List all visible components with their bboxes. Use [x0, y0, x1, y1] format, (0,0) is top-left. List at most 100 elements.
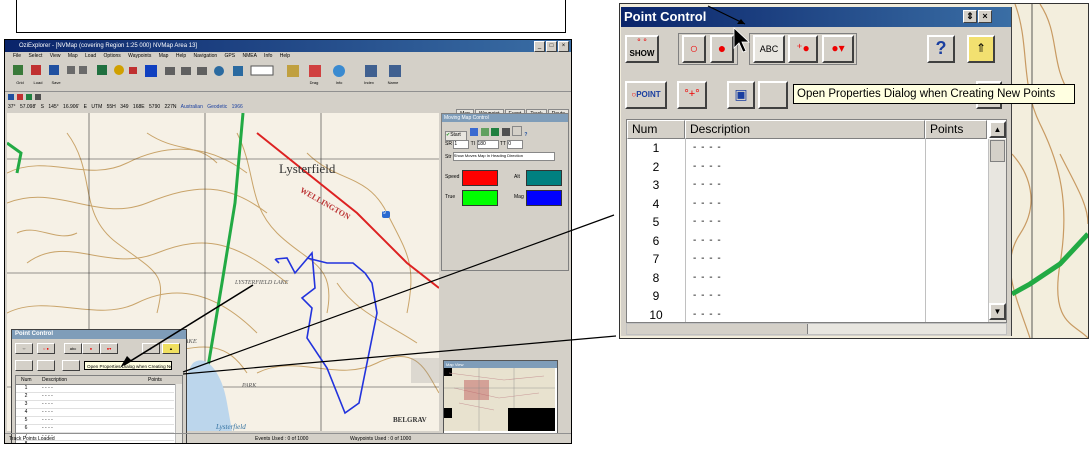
minimize-icon[interactable]: _	[534, 41, 545, 52]
col-points[interactable]: Points	[925, 120, 987, 139]
dot-dropdown-button[interactable]: ●▾	[822, 35, 854, 63]
col-description-small[interactable]: Description	[42, 376, 67, 384]
save-icon[interactable]: ▣	[727, 81, 755, 109]
app-screenshot: OziExplorer - [NVMap (covering Region 1:…	[4, 39, 572, 444]
scroll-down-icon[interactable]: ▼	[989, 303, 1006, 320]
maximize-icon[interactable]: □	[546, 41, 557, 52]
caption-box	[16, 0, 566, 33]
add-point-button[interactable]: °+°	[677, 81, 707, 109]
tooltip-small: Open Properties Dialog when Creating New…	[84, 361, 172, 370]
vertical-scrollbar[interactable]: ▲ ▼	[988, 121, 1006, 322]
help-icon[interactable]: ?	[524, 132, 532, 140]
horizontal-scrollbar[interactable]	[626, 323, 1007, 335]
circle-button-small[interactable]: ○ ●	[37, 343, 55, 354]
true-color-swatch[interactable]	[462, 190, 498, 206]
mag-color-swatch[interactable]	[526, 190, 562, 206]
table-row[interactable]: 3- - - -	[627, 176, 987, 195]
column-divider	[925, 139, 926, 322]
status-message: Track Points Loaded	[9, 436, 55, 442]
filled-circle-button[interactable]: ●	[710, 35, 734, 63]
status-bar: Track Points Loaded Events Used : 0 of 1…	[5, 433, 571, 443]
toolbar-label-drag: Drag	[309, 80, 319, 85]
point-button[interactable]: ○POINT	[625, 81, 667, 109]
table-row[interactable]: 1- - - -	[627, 139, 987, 158]
col-num[interactable]: Num	[627, 120, 685, 139]
show-button-small[interactable]: ◦◦	[15, 343, 33, 354]
check-box[interactable]	[511, 126, 522, 136]
table-row[interactable]: 5- - - -	[627, 213, 987, 232]
menu-item-file[interactable]: File	[13, 53, 21, 59]
map-label-lake-name: Lysterfield	[216, 423, 246, 431]
menu-item-select[interactable]: Select	[28, 53, 42, 59]
menu-item-load[interactable]: Load	[85, 53, 96, 59]
layer-icon[interactable]	[491, 128, 500, 136]
window-title: OziExplorer - [NVMap (covering Region 1:…	[5, 40, 571, 52]
point-button-small[interactable]	[15, 360, 33, 371]
table-row[interactable]: 10- - - -	[627, 306, 987, 323]
table-row[interactable]: 4- - - -	[627, 195, 987, 214]
menu-item-waypoints[interactable]: Waypoints	[128, 53, 151, 59]
dot-dropdown-small[interactable]: ●▾	[100, 343, 118, 354]
easting: 349 168E	[120, 104, 145, 110]
dot-button-small[interactable]: ●	[82, 343, 100, 354]
speed-color-swatch[interactable]	[462, 170, 498, 186]
menu-item-view[interactable]: View	[50, 53, 61, 59]
zoomed-view: Point Control ⇕ × ° ° SHOW ○ ● ABC ⁺● ●▾…	[619, 3, 1089, 339]
menu-item-maphelp[interactable]: Map Help	[159, 53, 186, 59]
abc-button-small[interactable]: abc	[64, 343, 82, 354]
column-divider	[685, 139, 686, 322]
move-up-button[interactable]: ⇑	[967, 35, 995, 63]
menu-item-nmea[interactable]: NMEA Info	[243, 53, 273, 59]
table-row[interactable]: 2- - - -	[627, 158, 987, 177]
toolbar-icons[interactable]	[5, 61, 571, 91]
menu-item-gps[interactable]: GPS	[225, 53, 236, 59]
help-button-small[interactable]: ?	[142, 343, 160, 354]
toolbar-label-name: Name	[387, 80, 399, 85]
zoom-icon[interactable]	[480, 128, 489, 136]
properties-button[interactable]	[758, 81, 788, 109]
menu-item-map[interactable]: Map	[68, 53, 78, 59]
table-row[interactable]: 6- - - -	[627, 232, 987, 251]
sr-input[interactable]: 1	[453, 140, 470, 149]
save-button-small[interactable]	[62, 360, 80, 371]
menu-item-navigation[interactable]: Navigation	[194, 53, 218, 59]
alt-color-swatch[interactable]	[526, 170, 562, 186]
tt-input[interactable]: 0	[507, 140, 524, 149]
settings-icon[interactable]	[501, 128, 510, 136]
hscroll-thumb[interactable]	[627, 324, 808, 334]
open-circle-button[interactable]: ○	[682, 35, 706, 63]
toolbar-label-grid: Grid	[16, 80, 24, 85]
scroll-thumb[interactable]	[990, 140, 1005, 162]
add-dot-button[interactable]: ⁺●	[788, 35, 818, 63]
col-points-small[interactable]: Points	[148, 376, 162, 384]
close-icon[interactable]: ×	[558, 41, 569, 52]
close-icon[interactable]: ×	[978, 10, 992, 23]
moving-map-title: Moving Map Control	[442, 114, 568, 122]
show-button[interactable]: ° ° SHOW	[625, 35, 659, 63]
map-view-window[interactable]: Map View	[443, 360, 558, 434]
menu-item-options[interactable]: Options	[104, 53, 121, 59]
add-point-button-small[interactable]	[37, 360, 55, 371]
scroll-up-icon[interactable]: ▲	[989, 121, 1006, 138]
restore-icon[interactable]: ⇕	[963, 10, 977, 23]
up-button-small[interactable]: ▲	[162, 343, 180, 354]
start-row: ✔Start ?	[445, 126, 532, 141]
help-button[interactable]: ?	[927, 35, 955, 63]
col-description[interactable]: Description	[685, 120, 925, 139]
table-row[interactable]: 9- - - -	[627, 287, 987, 306]
table-row[interactable]: 7- - - -	[627, 250, 987, 269]
abc-button[interactable]: ABC	[753, 35, 785, 63]
show-dots-icon: ° °	[637, 37, 647, 47]
ti-input[interactable]: 180	[476, 140, 499, 149]
toolbar-label-info: Info	[335, 80, 343, 85]
datum: Australian Geodetic 1966	[180, 104, 243, 110]
interval-row: SR 1 TI 180 TT 0	[445, 140, 524, 149]
table-row[interactable]: 8- - - -	[627, 269, 987, 288]
str-select[interactable]: Show Moves Map In Heading Direction	[452, 152, 555, 161]
map-label-belgrave: BELGRAV	[393, 416, 427, 424]
toolbar-secondary[interactable]	[5, 93, 571, 102]
speed-label: Speed	[445, 174, 460, 180]
menu-item-help[interactable]: Help	[280, 53, 290, 59]
col-num-small[interactable]: Num	[21, 376, 32, 384]
target-icon[interactable]	[470, 128, 479, 136]
